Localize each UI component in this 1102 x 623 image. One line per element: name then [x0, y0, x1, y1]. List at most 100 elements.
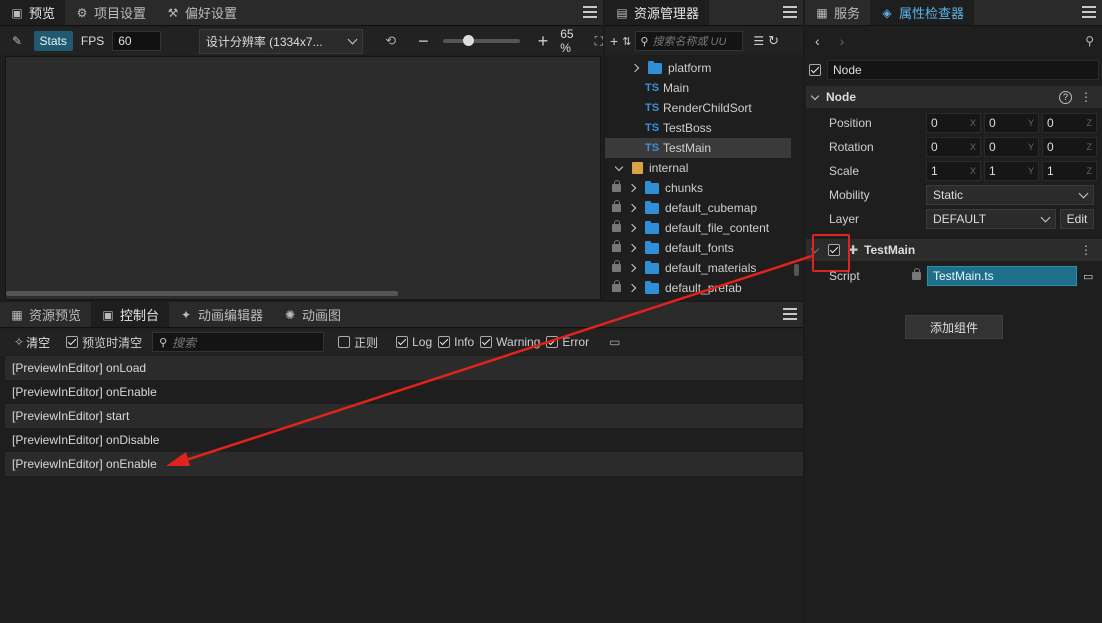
rotation-y-input[interactable]: 0Y: [984, 137, 1039, 157]
more-icon[interactable]: ⋮: [1080, 243, 1092, 257]
stats-button[interactable]: Stats: [33, 31, 73, 51]
tree-item-default-prefab[interactable]: default_prefab: [605, 278, 791, 298]
broom-icon[interactable]: ✧: [14, 335, 24, 349]
scale-z-input[interactable]: 1Z: [1042, 161, 1097, 181]
tree-item-chunks[interactable]: chunks: [605, 178, 791, 198]
info-filter[interactable]: Info: [438, 335, 474, 349]
panel-menu-icon[interactable]: [583, 6, 597, 18]
rotation-x-input[interactable]: 0X: [926, 137, 981, 157]
clear-button[interactable]: 清空: [26, 334, 50, 351]
tab-assets[interactable]: ▤ 资源管理器: [605, 0, 710, 25]
chevron-right-icon[interactable]: [627, 243, 637, 253]
chevron-right-icon[interactable]: [627, 203, 637, 213]
rotate-device-icon[interactable]: ⟲: [385, 33, 396, 49]
zoom-slider-handle[interactable]: [462, 35, 474, 46]
vertical-scrollbar[interactable]: [794, 264, 799, 276]
chevron-right-icon[interactable]: [627, 183, 637, 193]
chevron-right-icon[interactable]: [627, 283, 637, 293]
position-x-input[interactable]: 0X: [926, 113, 981, 133]
tab-console[interactable]: ▣ 控制台: [91, 302, 170, 327]
error-checkbox[interactable]: [546, 336, 559, 348]
add-component-button[interactable]: 添加组件: [905, 315, 1003, 339]
tree-item-internal[interactable]: internal: [605, 158, 791, 178]
log-filter[interactable]: Log: [396, 335, 432, 349]
log-entry[interactable]: [PreviewInEditor] onLoad: [5, 356, 803, 380]
mobility-select[interactable]: Static: [926, 185, 1094, 205]
regex-filter[interactable]: 正则: [338, 334, 378, 351]
tree-item-main[interactable]: TS Main: [605, 78, 791, 98]
zoom-in-icon[interactable]: +: [538, 31, 549, 52]
more-icon[interactable]: ⋮: [1080, 90, 1092, 104]
chevron-down-icon[interactable]: [614, 162, 624, 171]
forward-icon[interactable]: ›: [840, 33, 845, 49]
sort-icon[interactable]: ⇅: [622, 35, 631, 48]
tree-item-testmain[interactable]: TS TestMain: [605, 138, 791, 158]
log-entry[interactable]: [PreviewInEditor] onDisable: [5, 428, 803, 452]
error-filter[interactable]: Error: [546, 335, 589, 349]
log-entry[interactable]: [PreviewInEditor] onEnable: [5, 380, 803, 404]
chevron-right-icon[interactable]: [627, 263, 637, 273]
collapse-all-icon[interactable]: ☰: [753, 34, 764, 48]
regex-checkbox[interactable]: [338, 336, 351, 348]
tab-preview[interactable]: ▣ 预览: [0, 0, 66, 25]
panel-menu-icon[interactable]: [783, 6, 797, 18]
back-icon[interactable]: ‹: [815, 33, 820, 49]
pin-icon[interactable]: ⚲: [1085, 34, 1094, 48]
log-entry[interactable]: [PreviewInEditor] start: [5, 404, 803, 428]
console-search-input[interactable]: 搜索: [172, 334, 196, 351]
tab-preferences[interactable]: ⚒ 偏好设置: [156, 0, 247, 25]
tree-item-testboss[interactable]: TS TestBoss: [605, 118, 791, 138]
asset-search-box[interactable]: ⚲ 搜索名称或 UU: [635, 31, 744, 51]
console-search-box[interactable]: ⚲ 搜索: [152, 332, 325, 352]
tree-item-default-materials[interactable]: default_materials: [605, 258, 791, 278]
panel-menu-icon[interactable]: [1082, 6, 1096, 18]
zoom-out-icon[interactable]: −: [418, 31, 429, 52]
info-checkbox[interactable]: [438, 336, 451, 348]
log-checkbox[interactable]: [396, 336, 409, 348]
fps-input[interactable]: 60: [112, 31, 161, 51]
tree-item-default-cubemap[interactable]: default_cubemap: [605, 198, 791, 218]
tree-item-default-file-content[interactable]: default_file_content: [605, 218, 791, 238]
log-entry[interactable]: [PreviewInEditor] onEnable: [5, 452, 803, 476]
layer-edit-button[interactable]: Edit: [1060, 209, 1094, 229]
zoom-slider[interactable]: [442, 35, 520, 46]
tab-services[interactable]: ▦ 服务: [805, 0, 870, 25]
refresh-icon[interactable]: ↻: [768, 33, 779, 49]
node-section-header[interactable]: Node ? ⋮: [806, 86, 1102, 108]
horizontal-scrollbar[interactable]: [6, 291, 398, 296]
chevron-down-icon[interactable]: [810, 91, 820, 100]
warning-filter[interactable]: Warning: [480, 335, 540, 349]
clear-on-preview-toggle[interactable]: 预览时清空: [66, 334, 142, 351]
layer-select[interactable]: DEFAULT: [926, 209, 1056, 229]
node-active-checkbox[interactable]: [809, 64, 821, 76]
scale-x-input[interactable]: 1X: [926, 161, 981, 181]
tab-animation-graph[interactable]: ✺ 动画图: [273, 302, 351, 327]
tab-inspector[interactable]: ◈ 属性检查器: [870, 0, 975, 25]
tree-item-platform[interactable]: platform: [605, 58, 791, 78]
warning-checkbox[interactable]: [480, 336, 493, 348]
tab-project-settings[interactable]: ⚙ 项目设置: [65, 0, 156, 25]
fit-screen-icon[interactable]: ⛶: [595, 34, 603, 49]
asset-search-input[interactable]: 搜索名称或 UU: [652, 33, 726, 49]
scale-y-input[interactable]: 1Y: [984, 161, 1039, 181]
add-icon[interactable]: +: [610, 33, 618, 49]
help-icon[interactable]: ?: [1059, 90, 1072, 104]
tree-item-default-fonts[interactable]: default_fonts: [605, 238, 791, 258]
component-header-testmain[interactable]: ✚ TestMain ⋮: [806, 239, 1102, 261]
tab-animation-editor[interactable]: ✦ 动画编辑器: [169, 302, 273, 327]
script-asset-field[interactable]: TestMain.ts: [927, 266, 1077, 286]
log-file-icon[interactable]: ▭: [609, 335, 620, 349]
chevron-right-icon[interactable]: [630, 63, 640, 73]
tree-item-renderchildsort[interactable]: TS RenderChildSort: [605, 98, 791, 118]
tab-asset-preview[interactable]: ▦ 资源预览: [0, 302, 91, 327]
chevron-right-icon[interactable]: [627, 223, 637, 233]
panel-menu-icon[interactable]: [783, 308, 797, 320]
open-asset-icon[interactable]: ▭: [1083, 270, 1093, 283]
position-z-input[interactable]: 0Z: [1042, 113, 1097, 133]
resolution-select[interactable]: 设计分辨率 (1334x7...: [198, 28, 364, 54]
node-name-input[interactable]: Node: [827, 60, 1099, 80]
edit-icon[interactable]: ✎: [12, 34, 26, 48]
preview-viewport[interactable]: [5, 56, 601, 300]
position-y-input[interactable]: 0Y: [984, 113, 1039, 133]
clear-on-preview-checkbox[interactable]: [66, 336, 79, 348]
